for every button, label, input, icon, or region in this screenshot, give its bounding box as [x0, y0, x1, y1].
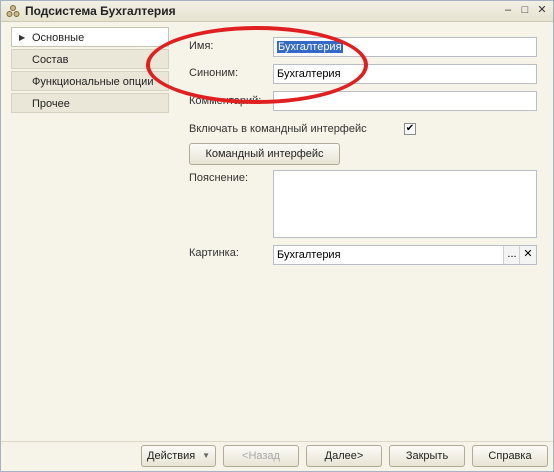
- close-icon[interactable]: ✕: [535, 4, 549, 17]
- explanation-field[interactable]: [273, 170, 537, 238]
- sidebar-item-label: Состав: [32, 54, 69, 66]
- sidebar-item-composition[interactable]: Состав: [11, 49, 169, 69]
- chevron-down-icon: ▼: [202, 451, 210, 460]
- subsystem-icon: [6, 5, 20, 17]
- synonym-field[interactable]: Бухгалтерия: [273, 64, 537, 84]
- sidebar-item-other[interactable]: Прочее: [11, 93, 169, 113]
- sidebar-item-functional-options[interactable]: Функциональные опции: [11, 71, 169, 91]
- maximize-icon[interactable]: □: [518, 4, 532, 17]
- checkmark-icon: ✔: [405, 123, 415, 134]
- name-value: Бухгалтерия: [277, 41, 343, 53]
- sidebar: ▶ Основные Состав Функциональные опции П…: [11, 27, 169, 435]
- sidebar-item-label: Основные: [32, 32, 85, 44]
- back-button[interactable]: <Назад: [223, 445, 299, 467]
- include-in-command-interface-label: Включать в командный интерфейс: [189, 123, 367, 135]
- include-in-command-interface-checkbox[interactable]: ✔: [404, 123, 416, 135]
- next-button[interactable]: Далее>: [306, 445, 382, 467]
- command-interface-button[interactable]: Командный интерфейс: [189, 143, 340, 165]
- sidebar-item-label: Прочее: [32, 98, 70, 110]
- close-button[interactable]: Закрыть: [389, 445, 465, 467]
- current-item-arrow-icon: ▶: [19, 33, 26, 42]
- sidebar-item-main[interactable]: ▶ Основные: [11, 27, 169, 47]
- title-bar[interactable]: Подсистема Бухгалтерия – □ ✕: [1, 1, 553, 22]
- actions-dropdown-button[interactable]: Действия ▼: [141, 445, 216, 467]
- synonym-label: Синоним:: [189, 67, 239, 79]
- name-label: Имя:: [189, 40, 214, 52]
- synonym-value: Бухгалтерия: [277, 68, 341, 80]
- help-button[interactable]: Справка: [472, 445, 548, 467]
- minimize-icon[interactable]: –: [501, 4, 515, 17]
- subsystem-window: Подсистема Бухгалтерия – □ ✕ ▶ Основные …: [0, 0, 554, 472]
- picture-label: Картинка:: [189, 247, 239, 259]
- window-title: Подсистема Бухгалтерия: [25, 4, 176, 18]
- picture-field[interactable]: Бухгалтерия ... ✕: [273, 245, 537, 265]
- choose-picture-button[interactable]: ...: [503, 246, 520, 264]
- comment-field[interactable]: [273, 91, 537, 111]
- main-form: Имя: Бухгалтерия Синоним: Бухгалтерия Ко…: [171, 27, 547, 435]
- actions-label: Действия: [147, 450, 196, 462]
- name-field[interactable]: Бухгалтерия: [273, 37, 537, 57]
- footer-divider: [1, 441, 553, 442]
- picture-value: Бухгалтерия: [277, 249, 341, 261]
- clear-picture-icon[interactable]: ✕: [519, 246, 536, 264]
- explanation-label: Пояснение:: [189, 172, 249, 184]
- comment-label: Комментарий:: [189, 95, 262, 107]
- sidebar-item-label: Функциональные опции: [32, 76, 154, 88]
